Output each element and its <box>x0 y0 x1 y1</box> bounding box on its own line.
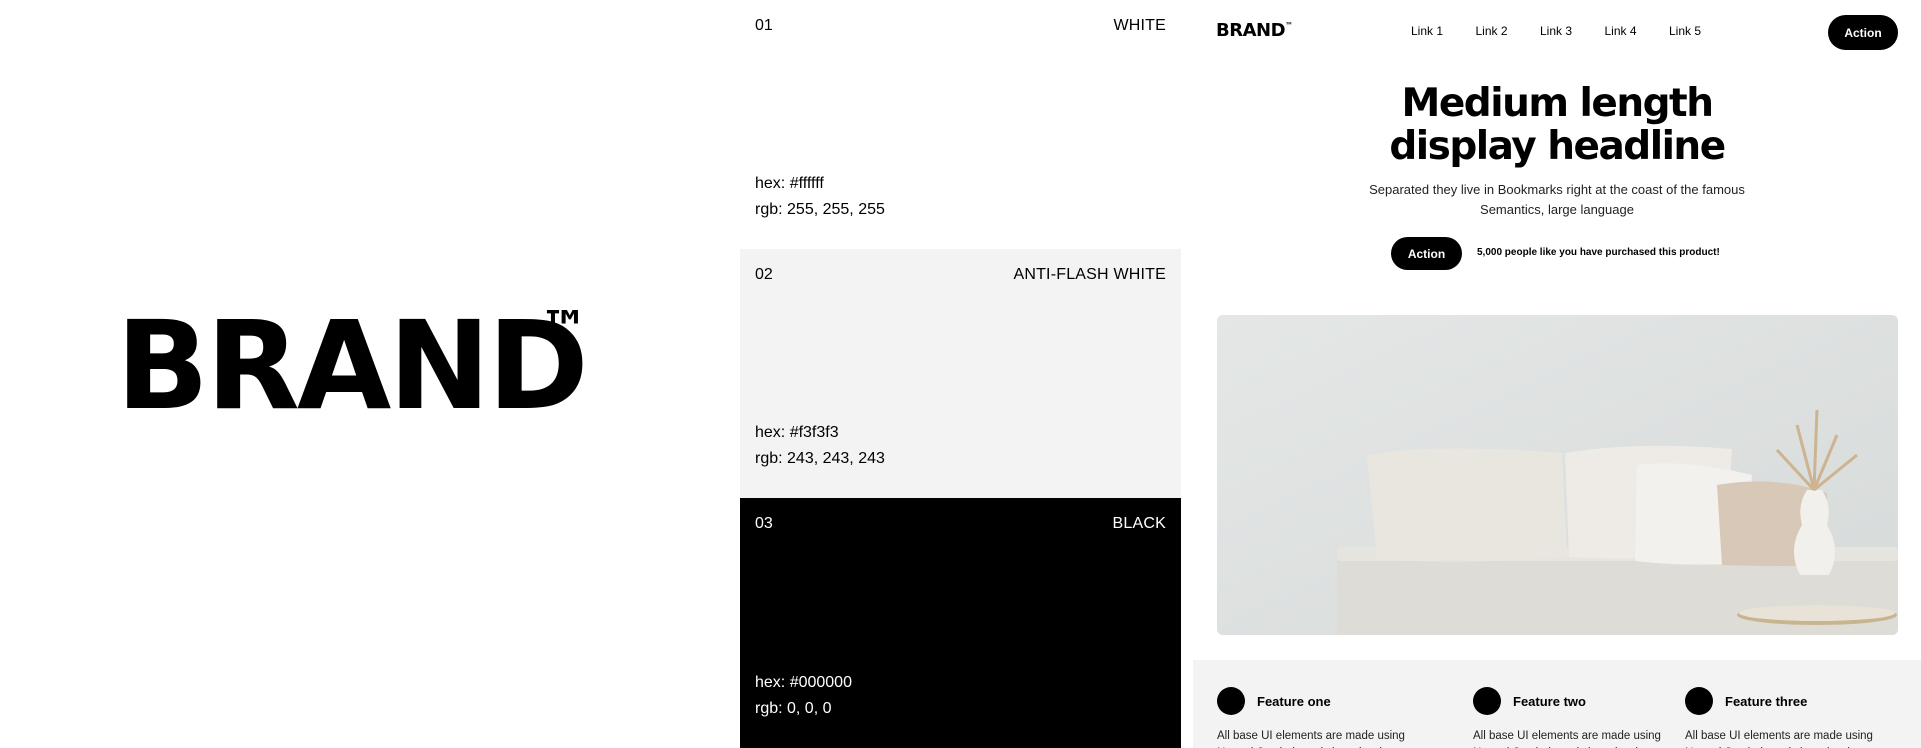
swatch-name: ANTI-FLASH WHITE <box>1013 266 1166 283</box>
nav-link-3[interactable]: Link 3 <box>1540 24 1605 38</box>
brand-guide-page: BRAND ™ 01 WHITE hex: #ffffff rgb: 255, … <box>0 0 1921 748</box>
features-section: Feature one All base UI elements are mad… <box>1193 660 1921 748</box>
feature-description: All base UI elements are made using Nest… <box>1217 730 1405 748</box>
swatch-hex: hex: #f3f3f3 <box>755 424 839 441</box>
feature-icon <box>1473 687 1501 715</box>
swatch-anti-flash-white: 02 ANTI-FLASH WHITE hex: #f3f3f3 rgb: 24… <box>740 249 1181 498</box>
brand-logo-wordmark: BRAND <box>116 295 589 437</box>
navbar: BRAND™ Link 1 Link 2 Link 3 Link 4 Link … <box>1193 0 1921 64</box>
social-proof-note: 5,000 people like you have purchased thi… <box>1477 247 1720 258</box>
hero-headline-line-1: Medium length <box>1401 81 1714 126</box>
swatch-number: 02 <box>755 266 773 283</box>
hero-headline: Medium length display headline <box>1193 82 1921 168</box>
color-palette: 01 WHITE hex: #ffffff rgb: 255, 255, 255… <box>740 0 1181 748</box>
feature-description: All base UI elements are made using Nest… <box>1473 730 1661 748</box>
nav-link-4[interactable]: Link 4 <box>1605 24 1670 38</box>
hero-headline-line-2: display headline <box>1389 124 1726 169</box>
hero-action-button[interactable]: Action <box>1391 237 1462 270</box>
nav-brand-logo[interactable]: BRAND™ <box>1216 20 1293 41</box>
swatch-rgb: rgb: 0, 0, 0 <box>755 700 832 717</box>
website-mockup: BRAND™ Link 1 Link 2 Link 3 Link 4 Link … <box>1193 0 1921 748</box>
feature-title: Feature two <box>1513 694 1586 709</box>
nav-links: Link 1 Link 2 Link 3 Link 4 Link 5 <box>1411 24 1734 38</box>
swatch-hex: hex: #000000 <box>755 674 852 691</box>
swatch-number: 03 <box>755 515 773 532</box>
feature-title: Feature one <box>1257 694 1331 709</box>
feature-title: Feature three <box>1725 694 1808 709</box>
swatch-black: 03 BLACK hex: #000000 rgb: 0, 0, 0 <box>740 498 1181 748</box>
swatch-hex: hex: #ffffff <box>755 175 824 192</box>
nav-brand-trademark: ™ <box>1285 21 1293 30</box>
nav-link-5[interactable]: Link 5 <box>1669 24 1734 38</box>
nav-link-2[interactable]: Link 2 <box>1476 24 1541 38</box>
brand-logo-panel: BRAND ™ <box>0 0 740 748</box>
swatch-rgb: rgb: 243, 243, 243 <box>755 450 885 467</box>
nav-link-1[interactable]: Link 1 <box>1411 24 1476 38</box>
hero-image-sofa <box>1217 315 1898 635</box>
feature-icon <box>1685 687 1713 715</box>
trademark-symbol: ™ <box>540 301 588 357</box>
sofa-illustration <box>1217 315 1898 635</box>
swatch-name: WHITE <box>1113 17 1166 34</box>
swatch-name: BLACK <box>1112 515 1166 532</box>
feature-icon <box>1217 687 1245 715</box>
nav-brand-text: BRAND <box>1216 20 1286 41</box>
hero-subtitle: Separated they live in Bookmarks right a… <box>1369 182 1745 217</box>
swatch-number: 01 <box>755 17 773 34</box>
nav-action-button[interactable]: Action <box>1828 15 1898 50</box>
feature-description: All base UI elements are made using Nest… <box>1685 730 1873 748</box>
swatch-white: 01 WHITE hex: #ffffff rgb: 255, 255, 255 <box>740 0 1181 249</box>
swatch-rgb: rgb: 255, 255, 255 <box>755 201 885 218</box>
